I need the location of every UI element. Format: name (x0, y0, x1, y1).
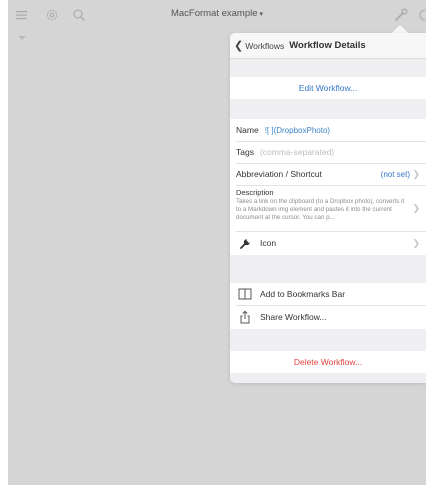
divider (236, 305, 426, 306)
wrench-icon (238, 236, 252, 250)
icon-row[interactable]: Icon ❯ (230, 231, 426, 255)
abbreviation-value: (not set) (380, 169, 410, 179)
description-text: Takes a link on the clipboard (to a Drop… (236, 198, 405, 221)
chevron-down-icon: ▾ (259, 11, 264, 18)
document-title[interactable]: MacFormat example ▾ (8, 8, 426, 19)
top-toolbar: MacFormat example ▾ (8, 0, 426, 30)
divider (236, 231, 426, 232)
back-button-label: Workflows (245, 40, 285, 51)
add-to-bookmarks-button[interactable]: Add to Bookmarks Bar (230, 283, 426, 305)
document-title-text: MacFormat example (170, 8, 258, 19)
edit-workflow-label: Edit Workflow... (298, 83, 358, 93)
share-workflow-label: Share Workflow... (260, 312, 327, 322)
chevron-right-icon: ❯ (412, 202, 420, 213)
description-row[interactable]: Description Takes a link on the clipboar… (230, 185, 426, 231)
name-field-row[interactable]: Name ![ ](DropboxPhoto) (230, 119, 426, 141)
delete-workflow-button[interactable]: Delete Workflow... (230, 351, 426, 373)
tags-field-row[interactable]: Tags (comma-separated) (230, 141, 426, 163)
divider (236, 185, 426, 186)
chevron-left-icon: ❮ (234, 40, 244, 52)
name-value[interactable]: ![ ](DropboxPhoto) (265, 126, 330, 135)
back-button[interactable]: ❮ Workflows (234, 39, 284, 52)
popover-title: Workflow Details (289, 40, 366, 51)
wrench-icon[interactable] (392, 8, 410, 22)
edit-workflow-button[interactable]: Edit Workflow... (230, 77, 426, 99)
share-icon (238, 310, 252, 324)
popover-arrow (392, 25, 408, 33)
description-block: Description Takes a link on the clipboar… (236, 188, 411, 222)
tags-label: Tags (236, 147, 254, 157)
name-label: Name (236, 125, 259, 135)
add-to-bookmarks-label: Add to Bookmarks Bar (260, 289, 346, 299)
delete-workflow-label: Delete Workflow... (293, 357, 363, 367)
popover-header: ❮ Workflows Workflow Details (230, 33, 426, 59)
divider (236, 163, 426, 164)
workflow-details-popover: ❮ Workflows Workflow Details Edit Workfl… (230, 33, 426, 383)
chevron-right-icon: ❯ (412, 237, 420, 248)
chevron-right-icon: ❯ (412, 168, 420, 179)
book-icon (238, 287, 252, 301)
clock-icon[interactable] (418, 8, 426, 22)
abbreviation-label: Abbreviation / Shortcut (236, 169, 322, 179)
divider (236, 141, 426, 142)
disclosure-triangle-icon (18, 36, 26, 40)
icon-label: Icon (260, 238, 277, 248)
description-label: Description (236, 188, 274, 197)
abbreviation-row[interactable]: Abbreviation / Shortcut (not set) ❯ (230, 163, 426, 185)
share-workflow-button[interactable]: Share Workflow... (230, 305, 426, 329)
tags-input[interactable]: (comma-separated) (260, 147, 334, 157)
